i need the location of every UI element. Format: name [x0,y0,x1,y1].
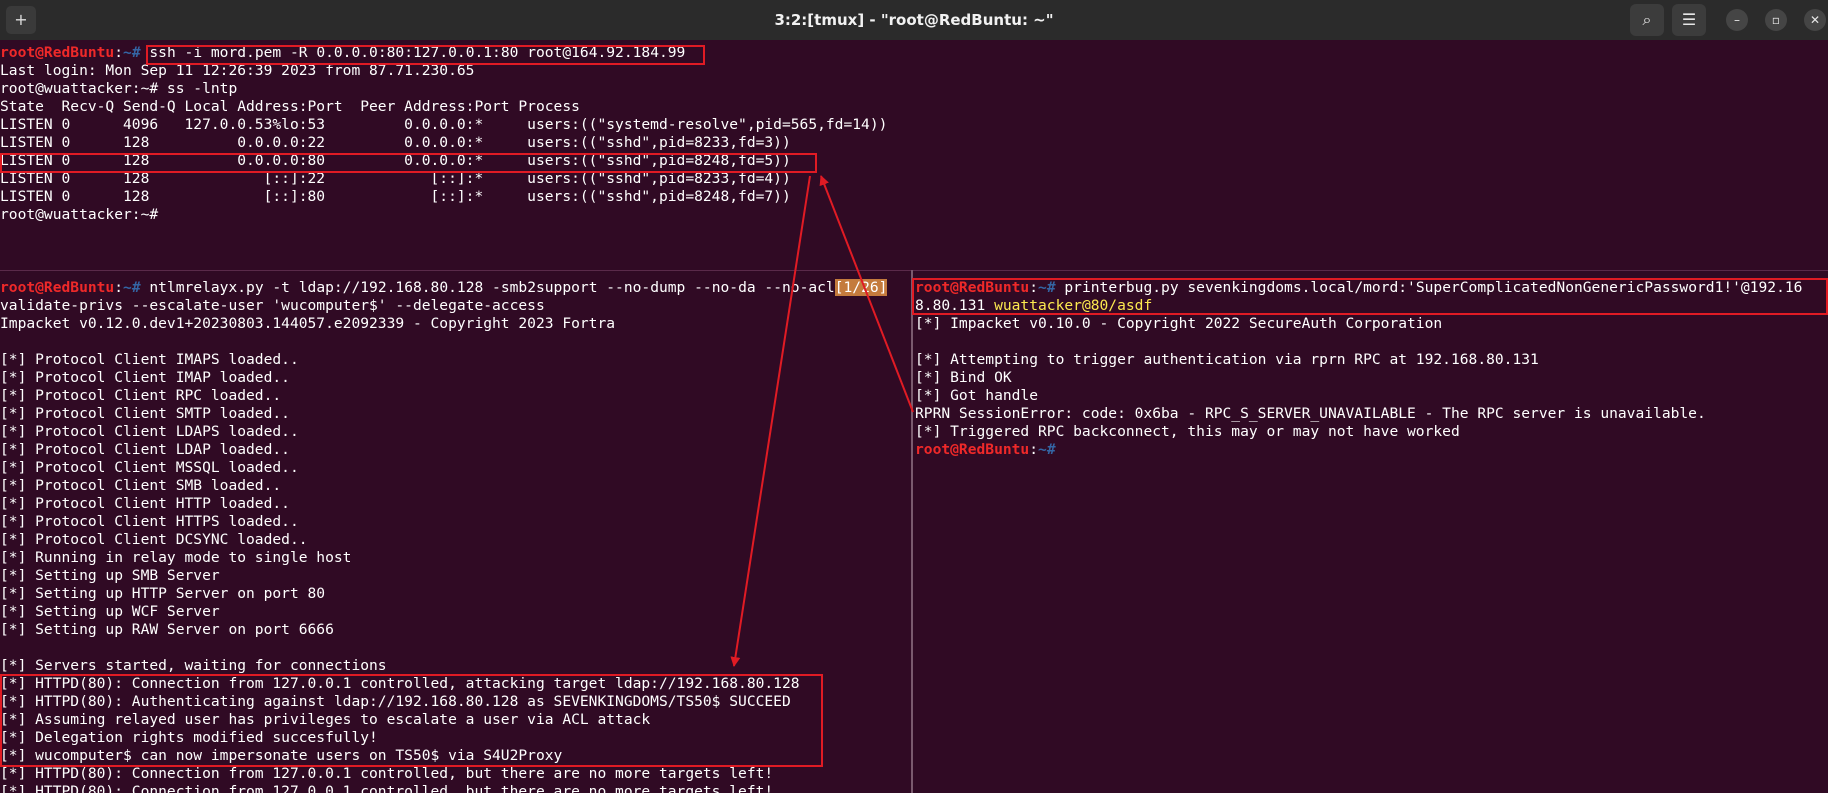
annotation-arrows [730,175,914,667]
arrow-printerbug-to-listen [819,175,914,413]
arrow-listen-to-relay [730,175,811,667]
